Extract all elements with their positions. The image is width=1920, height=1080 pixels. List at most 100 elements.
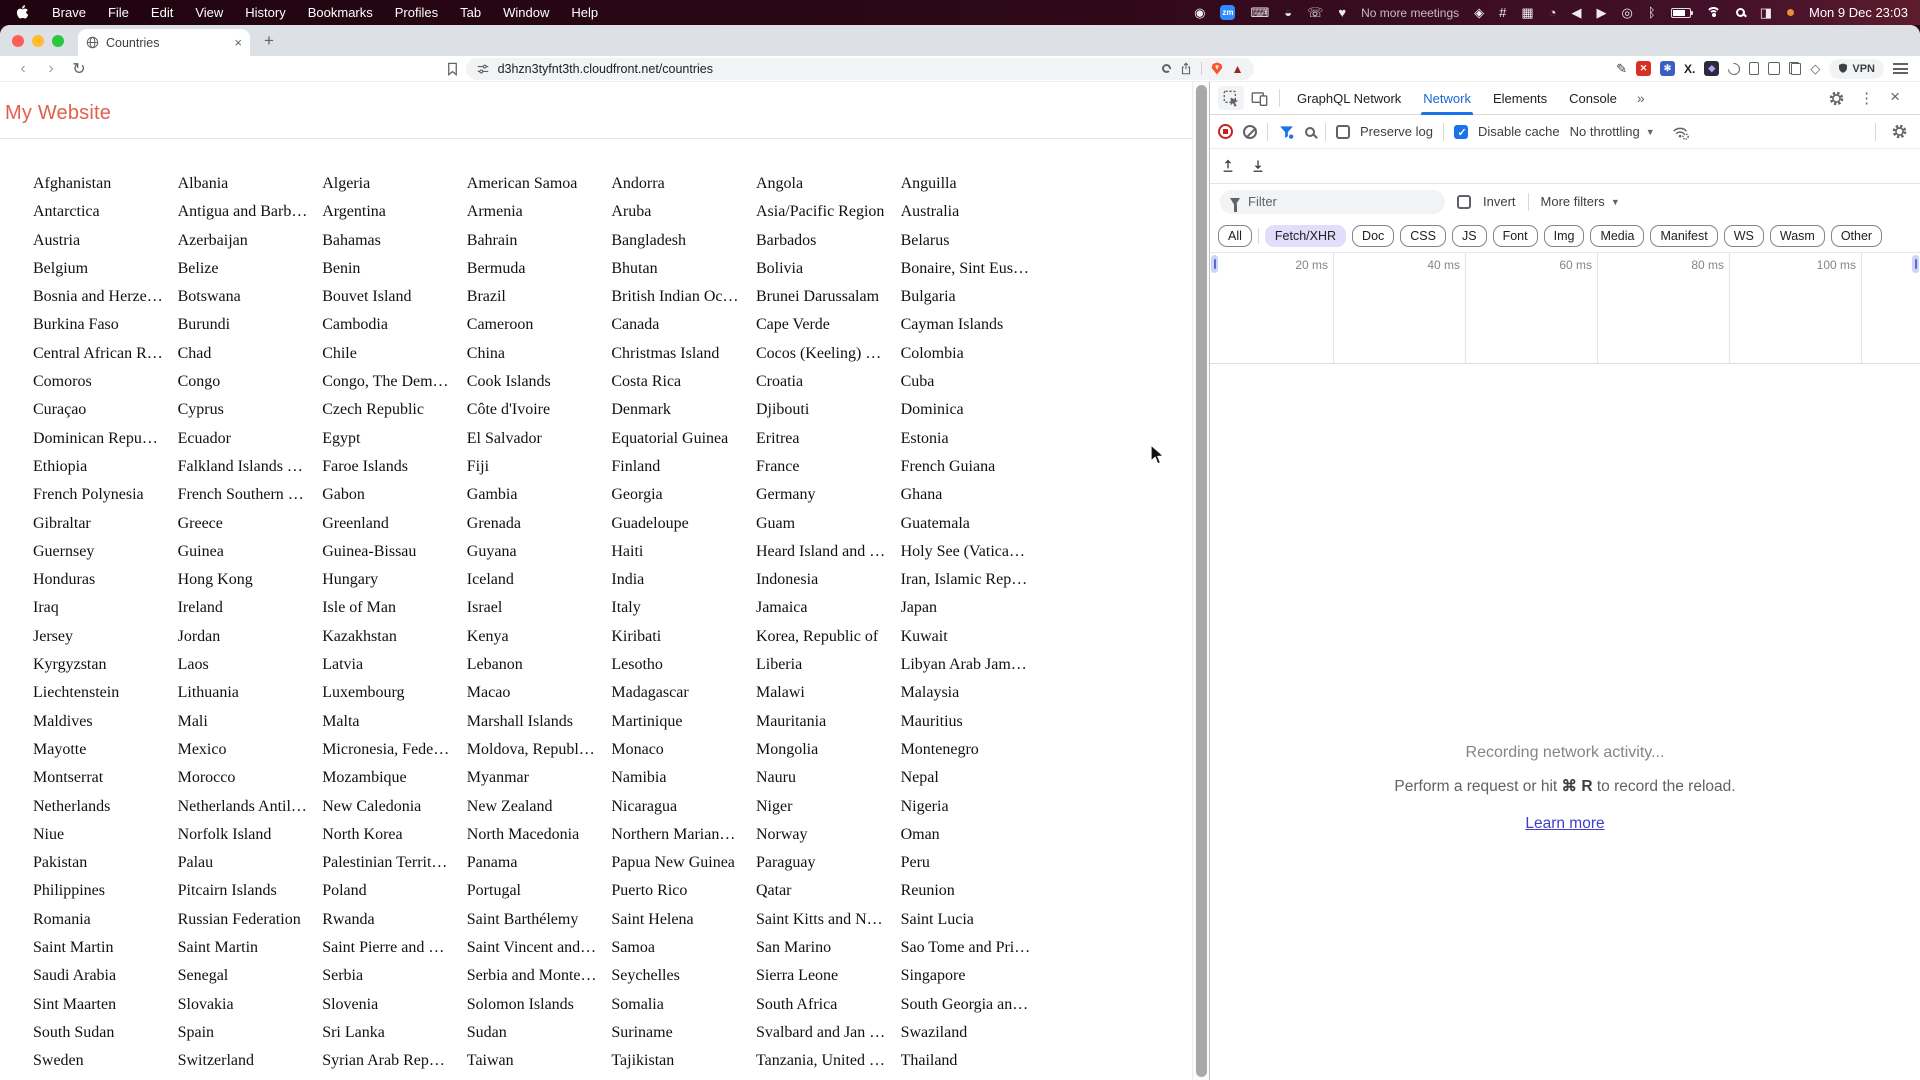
- bookmark-icon[interactable]: [445, 61, 460, 77]
- close-window-button[interactable]: [12, 34, 24, 47]
- chip-wasm[interactable]: Wasm: [1769, 224, 1825, 247]
- scrollbar-thumb[interactable]: [1195, 85, 1207, 1077]
- chip-fetch-xhr[interactable]: Fetch/XHR: [1264, 224, 1347, 247]
- menubar-item-window[interactable]: Window: [503, 5, 549, 20]
- chip-ws[interactable]: WS: [1723, 224, 1764, 247]
- chip-doc[interactable]: Doc: [1352, 224, 1395, 247]
- privacy-icon[interactable]: ◒: [1284, 6, 1292, 19]
- x-extension-icon[interactable]: X.: [1684, 62, 1695, 76]
- timeline-left-handle[interactable]: [1211, 255, 1218, 273]
- devtools-close-icon[interactable]: ×: [1884, 87, 1908, 109]
- window-layout-icon[interactable]: ▦: [1521, 6, 1533, 19]
- address-bar[interactable]: d3hzn3tyfnt3th.cloudfront.net/countries …: [465, 57, 1254, 80]
- site-settings-icon[interactable]: [476, 62, 490, 76]
- menubar-item-profiles[interactable]: Profiles: [395, 5, 438, 20]
- url-text[interactable]: d3hzn3tyfnt3th.cloudfront.net/countries: [498, 62, 1154, 76]
- chip-other[interactable]: Other: [1830, 224, 1883, 247]
- pen-extension-icon[interactable]: ✎: [1616, 61, 1627, 77]
- brave-rewards-icon[interactable]: ▲: [1232, 62, 1244, 76]
- battery-icon[interactable]: [1670, 7, 1693, 18]
- spotlight-icon[interactable]: [1735, 8, 1745, 17]
- learn-more-link[interactable]: Learn more: [1525, 815, 1604, 833]
- screen-record-icon[interactable]: ◉: [1194, 6, 1205, 19]
- sidebar-icon[interactable]: [1768, 62, 1781, 75]
- vpn-button[interactable]: VPN: [1829, 58, 1884, 79]
- volume-icon[interactable]: ◀: [1572, 6, 1582, 19]
- snowflake-extension-icon[interactable]: ✻: [1660, 61, 1676, 76]
- devtools-menu-icon[interactable]: ⋮: [1853, 89, 1880, 107]
- brave-shields-icon[interactable]: [1210, 61, 1224, 76]
- invert-checkbox[interactable]: [1457, 194, 1471, 209]
- wallet-extension-icon[interactable]: ◆: [1704, 61, 1720, 76]
- record-network-log-button[interactable]: [1218, 124, 1233, 139]
- apple-menu-icon[interactable]: [16, 5, 30, 20]
- chip-manifest[interactable]: Manifest: [1650, 224, 1718, 247]
- import-har-icon[interactable]: [1220, 158, 1236, 174]
- tab-countries[interactable]: Countries ×: [78, 29, 250, 56]
- device-toolbar-icon[interactable]: [1246, 86, 1272, 110]
- menubar-clock[interactable]: Mon 9 Dec 23:03: [1809, 5, 1908, 20]
- reload-button[interactable]: ↻: [68, 59, 90, 79]
- control-center-icon[interactable]: ◨: [1760, 6, 1772, 19]
- zoom-app-icon[interactable]: zm: [1220, 5, 1236, 20]
- wifi-icon[interactable]: [1705, 7, 1721, 18]
- menubar-item-edit[interactable]: Edit: [151, 5, 173, 20]
- menubar-item-history[interactable]: History: [245, 5, 285, 20]
- grid-icon[interactable]: #: [1499, 6, 1506, 19]
- diamond-extension-icon[interactable]: ◇: [1810, 61, 1820, 77]
- tab-console[interactable]: Console: [1559, 82, 1627, 115]
- chip-css[interactable]: CSS: [1400, 224, 1446, 247]
- throttling-dropdown[interactable]: No throttling ▼: [1570, 124, 1655, 139]
- more-tabs-icon[interactable]: »: [1629, 90, 1652, 106]
- tab-network[interactable]: Network: [1413, 82, 1481, 115]
- menubar-item-tab[interactable]: Tab: [460, 5, 481, 20]
- notifications-icon[interactable]: ◎: [1622, 6, 1633, 19]
- reading-list-icon[interactable]: [1749, 62, 1760, 75]
- tab-elements[interactable]: Elements: [1483, 82, 1557, 115]
- heart-icon[interactable]: ♥: [1338, 6, 1346, 19]
- menubar-item-help[interactable]: Help: [571, 5, 598, 20]
- mail-extension-icon[interactable]: ✕: [1636, 61, 1652, 76]
- menu-button[interactable]: [1893, 63, 1908, 74]
- search-network-icon[interactable]: [1305, 126, 1315, 137]
- network-overview-timeline[interactable]: 20 ms 40 ms 60 ms 80 ms 100 ms: [1210, 252, 1920, 364]
- forward-button[interactable]: ›: [40, 60, 62, 78]
- fullscreen-window-button[interactable]: [52, 34, 64, 47]
- disable-cache-checkbox[interactable]: [1453, 124, 1468, 139]
- preserve-log-label[interactable]: Preserve log: [1360, 124, 1433, 139]
- preserve-log-checkbox[interactable]: [1336, 124, 1350, 139]
- menubar-item-file[interactable]: File: [108, 5, 129, 20]
- keyboard-icon[interactable]: ⌨: [1250, 6, 1269, 19]
- disable-cache-label[interactable]: Disable cache: [1478, 124, 1560, 139]
- shortcut-icon[interactable]: ◈: [1474, 6, 1484, 19]
- chip-all[interactable]: All: [1218, 224, 1252, 247]
- filter-input[interactable]: Filter: [1220, 189, 1445, 214]
- chip-font[interactable]: Font: [1492, 224, 1538, 247]
- devtools-settings-icon[interactable]: [1823, 86, 1849, 110]
- loop-extension-icon[interactable]: [1725, 60, 1743, 77]
- network-conditions-icon[interactable]: [1671, 123, 1690, 140]
- timeline-right-handle[interactable]: [1912, 255, 1919, 273]
- filter-toggle-icon[interactable]: [1278, 124, 1295, 140]
- minimize-window-button[interactable]: [32, 34, 44, 47]
- menubar-item-brave[interactable]: Brave: [52, 5, 86, 20]
- back-button[interactable]: ‹: [12, 60, 34, 78]
- new-tab-button[interactable]: +: [264, 31, 274, 51]
- phone-icon[interactable]: ☏: [1307, 6, 1323, 19]
- tab-close-icon[interactable]: ×: [234, 35, 242, 50]
- menubar-item-bookmarks[interactable]: Bookmarks: [308, 5, 373, 20]
- invert-label[interactable]: Invert: [1483, 194, 1516, 209]
- share-icon[interactable]: [1179, 61, 1193, 76]
- export-har-icon[interactable]: [1250, 158, 1266, 174]
- zoom-page-icon[interactable]: [1161, 64, 1171, 73]
- menubar-item-view[interactable]: View: [195, 5, 223, 20]
- tab-graphql-network[interactable]: GraphQL Network: [1287, 82, 1411, 115]
- network-settings-icon[interactable]: [1886, 120, 1912, 144]
- chip-media[interactable]: Media: [1590, 224, 1645, 247]
- inspect-element-icon[interactable]: [1218, 86, 1244, 110]
- clock-app-icon[interactable]: ◔: [1549, 6, 1557, 19]
- meeting-status-text[interactable]: No more meetings: [1361, 6, 1459, 20]
- chip-img[interactable]: Img: [1543, 224, 1585, 247]
- chip-js[interactable]: JS: [1451, 224, 1487, 247]
- bluetooth-icon[interactable]: ᛒ: [1648, 6, 1656, 19]
